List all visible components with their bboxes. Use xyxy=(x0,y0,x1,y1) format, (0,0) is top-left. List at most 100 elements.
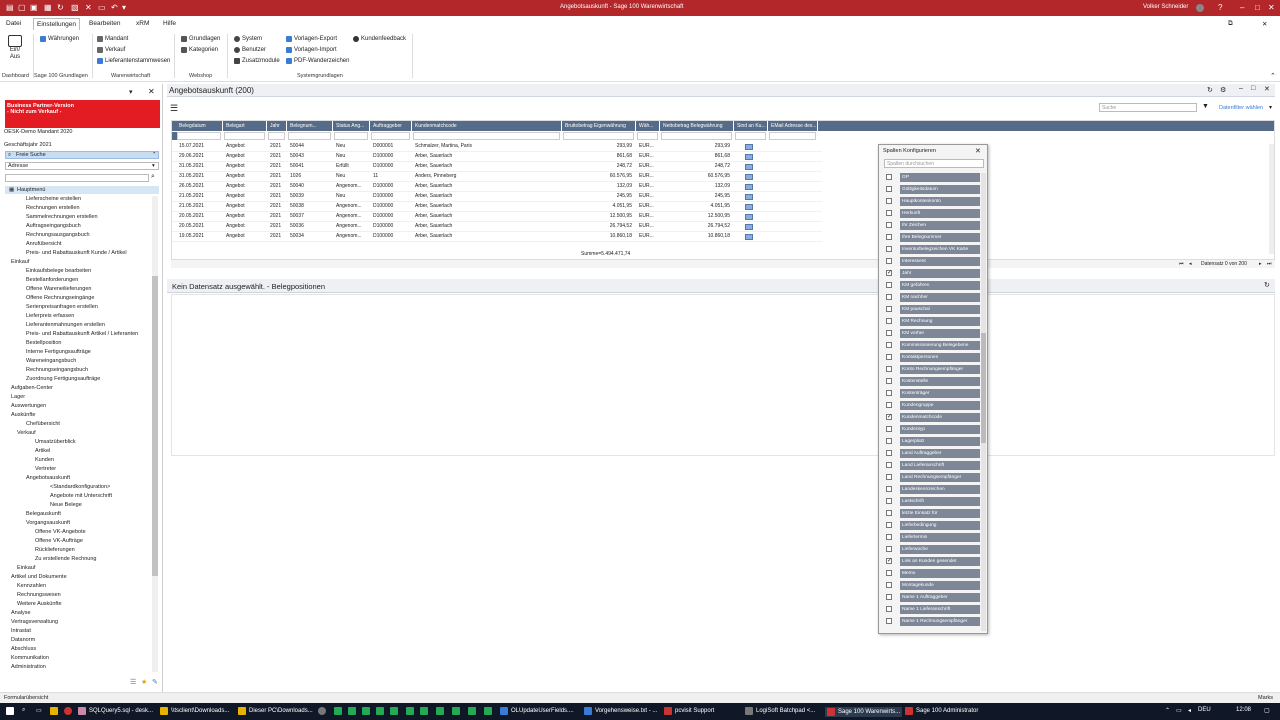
mail-icon[interactable]: ▭ xyxy=(98,3,106,12)
tree-item[interactable]: Artikel und Dokumente xyxy=(11,574,67,580)
column-header[interactable]: Belegdatum xyxy=(177,121,223,131)
column-checkbox[interactable] xyxy=(886,258,892,264)
column-option[interactable]: KM pauschal xyxy=(883,305,983,314)
taskbar-app-icon-4[interactable] xyxy=(362,707,370,715)
pane-close-icon[interactable]: ✕ xyxy=(1264,85,1270,93)
tree-item[interactable]: Auskünfte xyxy=(11,412,35,418)
menu-xrm[interactable]: xRM xyxy=(136,20,149,27)
preview-icon[interactable]: ▦ xyxy=(44,3,52,12)
dialog-close-icon[interactable]: ✕ xyxy=(975,147,981,155)
avatar[interactable] xyxy=(1196,4,1204,12)
mandant-button[interactable]: Mandant xyxy=(97,36,128,42)
tree-item[interactable]: Neue Belege xyxy=(50,502,82,508)
taskbar-app-icon-7[interactable] xyxy=(406,707,414,715)
tree-item[interactable]: Kunden xyxy=(35,457,54,463)
reload-icon[interactable]: ↻ xyxy=(1207,86,1213,94)
column-checkbox[interactable] xyxy=(886,474,892,480)
column-checkbox[interactable] xyxy=(886,390,892,396)
pager-next-icon[interactable]: ▸ xyxy=(1259,261,1262,267)
taskbar-app-icon-8[interactable] xyxy=(420,707,428,715)
column-checkbox[interactable] xyxy=(886,354,892,360)
hauptmenu-item[interactable]: ▦ Hauptmenü xyxy=(5,186,159,194)
column-option[interactable]: Liefertermin xyxy=(883,533,983,542)
column-option[interactable]: Konto Rechnungsempfänger xyxy=(883,365,983,374)
tree-item[interactable]: Administration xyxy=(11,664,46,670)
column-option[interactable]: letzte Einsatz für xyxy=(883,509,983,518)
column-header[interactable]: Belegart xyxy=(224,121,267,131)
tree-item[interactable]: Wareneingangsbuch xyxy=(26,358,76,364)
volume-icon[interactable]: ◂ xyxy=(1188,707,1191,714)
taskbar-item-tsclient[interactable]: \\tsclient\Downloads... xyxy=(160,707,229,715)
column-option[interactable]: Montagekunde xyxy=(883,581,983,590)
filter-row-icon[interactable] xyxy=(172,132,177,140)
taskbar-app-icon-5[interactable] xyxy=(376,707,384,715)
tree-item[interactable]: Aufgaben-Center xyxy=(11,385,53,391)
list-icon[interactable]: ☰ xyxy=(130,678,136,686)
grid-vscrollbar[interactable] xyxy=(1269,144,1274,254)
column-option[interactable]: Lieferwoche xyxy=(883,545,983,554)
taskbar-item-logisoft[interactable]: LogiSoft Batchpad <... xyxy=(745,707,815,715)
column-option[interactable]: Lieferbedingung xyxy=(883,521,983,530)
tree-item[interactable]: Einkauf xyxy=(11,259,29,265)
close-icon[interactable]: ✕ xyxy=(1268,3,1275,12)
column-filter-input[interactable] xyxy=(413,132,560,140)
taskbar-item-olupdate[interactable]: OLUpdateUserFields.... xyxy=(500,707,574,715)
tree-item[interactable]: Zuordnung Fertigungsaufträge xyxy=(26,376,100,382)
tree-item[interactable]: Lager xyxy=(11,394,25,400)
positions-reload-icon[interactable]: ↻ xyxy=(1264,281,1270,289)
column-option[interactable]: Interessent xyxy=(883,257,983,266)
column-checkbox[interactable]: ✓ xyxy=(886,558,892,564)
column-header[interactable]: Sind an Ku... xyxy=(735,121,768,131)
column-option[interactable]: Gültigkeitsdatum xyxy=(883,185,983,194)
menu-einstellungen[interactable]: Einstellungen xyxy=(33,18,81,30)
column-checkbox[interactable] xyxy=(886,402,892,408)
tree-item[interactable]: Lieferantenmahnungen erstellen xyxy=(26,322,105,328)
tree-item[interactable]: Serienpreisanfragen erstellen xyxy=(26,304,98,310)
tray-chevron-icon[interactable]: ⌃ xyxy=(1165,707,1170,714)
column-filter-input[interactable] xyxy=(268,132,285,140)
vorlagen-export-button[interactable]: Vorlagen-Export xyxy=(286,36,337,42)
column-checkbox[interactable] xyxy=(886,186,892,192)
column-checkbox[interactable]: ✓ xyxy=(886,414,892,420)
taskbar-item-vorgehensweise[interactable]: Vorgehensweise.txt - ... xyxy=(584,707,657,715)
system-button[interactable]: System xyxy=(234,36,262,42)
save-icon[interactable]: ▢ xyxy=(18,3,26,12)
export-icon[interactable]: ▧ xyxy=(71,3,79,12)
column-filter-input[interactable] xyxy=(224,132,265,140)
tree-item[interactable]: Vorgangsauskunft xyxy=(26,520,70,526)
column-checkbox[interactable] xyxy=(886,606,892,612)
print-icon[interactable]: ▣ xyxy=(30,3,38,12)
column-option[interactable]: Land Auftraggeber xyxy=(883,449,983,458)
chrome-icon[interactable] xyxy=(64,707,72,715)
tree-item[interactable]: Kommunikation xyxy=(11,655,49,661)
column-option[interactable]: Ihre Belegnummer xyxy=(883,233,983,242)
column-option[interactable]: Land Rechnungsempfänger xyxy=(883,473,983,482)
column-option[interactable]: Lagerplatz xyxy=(883,437,983,446)
column-option[interactable]: Memo xyxy=(883,569,983,578)
task-view-icon[interactable]: ▭ xyxy=(36,707,42,714)
pane-dropdown-icon[interactable]: ▾ xyxy=(129,88,133,96)
tree-item[interactable]: Einkauf xyxy=(17,565,35,571)
tree-item[interactable]: Angebotsauskunft xyxy=(26,475,70,481)
pin-icon[interactable]: ✎ xyxy=(152,678,158,686)
refresh-icon[interactable]: ↻ xyxy=(57,3,64,12)
column-filter-input[interactable] xyxy=(769,132,816,140)
column-checkbox[interactable] xyxy=(886,450,892,456)
scrollbar-thumb[interactable] xyxy=(152,276,158,576)
tree-item[interactable]: Einkaufsbelege bearbeiten xyxy=(26,268,91,274)
column-checkbox[interactable] xyxy=(886,198,892,204)
windows-start-icon[interactable] xyxy=(6,707,14,715)
column-checkbox[interactable] xyxy=(886,318,892,324)
kategorien-button[interactable]: Kategorien xyxy=(181,47,218,53)
tree-item[interactable]: Intrastat xyxy=(11,628,31,634)
column-checkbox[interactable] xyxy=(886,342,892,348)
pane-maximize-icon[interactable]: □ xyxy=(1251,85,1255,92)
filter-icon[interactable]: ▼ xyxy=(1202,103,1209,110)
tree-item[interactable]: Artikel xyxy=(35,448,50,454)
datenfilter-link[interactable]: Datenfilter wählen xyxy=(1219,105,1263,111)
column-checkbox[interactable] xyxy=(886,570,892,576)
taskbar-app-icon-11[interactable] xyxy=(468,707,476,715)
tree-item[interactable]: Bestellposition xyxy=(26,340,61,346)
help-icon[interactable]: ? xyxy=(1218,3,1222,12)
column-checkbox[interactable] xyxy=(886,582,892,588)
